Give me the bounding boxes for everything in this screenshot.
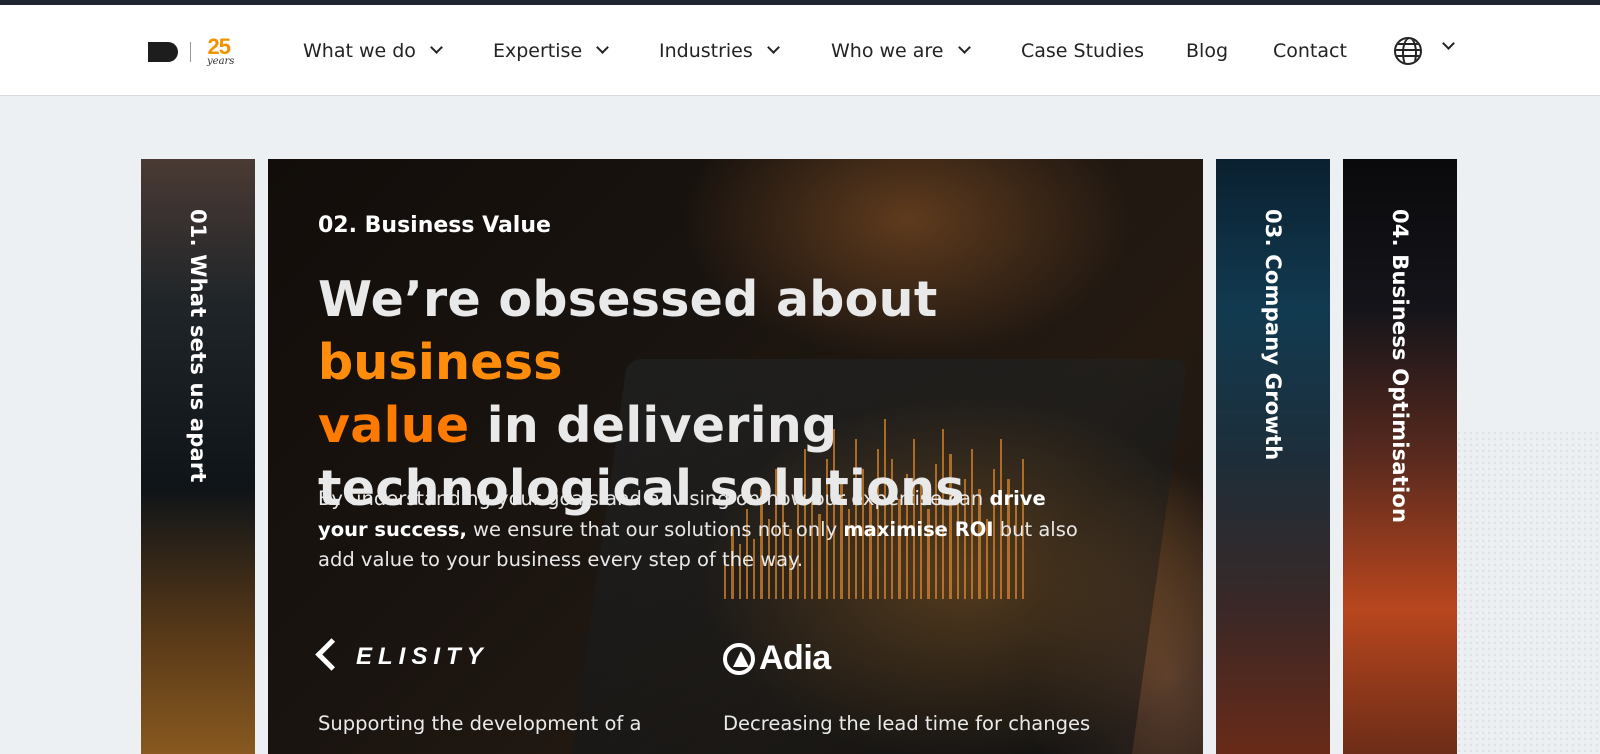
headline-accent2: value	[318, 397, 470, 454]
nav-blog-label: Blog	[1186, 39, 1228, 62]
nav-industries-label: Industries	[659, 39, 753, 62]
nav-what-we-do-label: What we do	[303, 39, 416, 62]
desc-bold-2: maximise ROI	[843, 517, 994, 541]
site-logo[interactable]: 25 years	[148, 36, 234, 74]
panel-label: 03. Company Growth	[1261, 209, 1285, 461]
chevron-down-icon	[957, 41, 971, 54]
headline-accent1: business	[318, 334, 563, 391]
adia-logo-text: Adia	[759, 639, 831, 677]
panel-description: By understanding your goals and advising…	[318, 484, 1078, 576]
headline-part1: We’re obsessed about	[318, 271, 938, 328]
panel-label: 01. What sets us apart	[186, 209, 210, 483]
anniversary-number: 25	[207, 34, 231, 59]
desc-text-1: By understanding your goals and advising…	[318, 487, 990, 510]
anniversary-word: years	[207, 56, 235, 67]
site-header: 25 years	[0, 5, 1600, 96]
nav-industries[interactable]: Industries	[659, 5, 780, 96]
case-study-adia-logo[interactable]: Adia	[723, 639, 831, 678]
logo-mark-icon	[148, 42, 178, 62]
logo-divider	[190, 42, 191, 62]
adia-logo-icon	[723, 642, 755, 675]
globe-icon	[1394, 36, 1422, 65]
nav-case-studies-label: Case Studies	[1021, 39, 1145, 62]
slider-panel-business-optimisation[interactable]: 04. Business Optimisation	[1343, 159, 1457, 754]
panel-label: 04. Business Optimisation	[1388, 209, 1412, 524]
elisity-logo-text: ELISITY	[356, 643, 489, 670]
chevron-down-icon	[596, 41, 610, 54]
slider-panel-company-growth[interactable]: 03. Company Growth	[1216, 159, 1330, 754]
panel-tag: 02. Business Value	[318, 213, 551, 238]
nav-expertise-label: Expertise	[493, 39, 583, 62]
anniversary-badge: 25 years	[203, 36, 234, 67]
case-study-elisity-text[interactable]: Supporting the development of a	[318, 712, 641, 735]
case-study-adia-text[interactable]: Decreasing the lead time for changes	[723, 712, 1090, 735]
chevron-down-icon	[430, 41, 443, 54]
slider-panel-what-sets-us-apart[interactable]: 01. What sets us apart	[141, 159, 255, 754]
nav-contact[interactable]: Contact	[1273, 5, 1347, 96]
nav-who-we-are-label: Who we are	[831, 39, 944, 62]
chevron-down-icon	[1442, 37, 1455, 50]
nav-contact-label: Contact	[1273, 39, 1347, 62]
elisity-logo-icon	[318, 637, 346, 677]
desc-text-2: we ensure that our solutions not only	[466, 517, 844, 541]
nav-who-we-are[interactable]: Who we are	[831, 5, 971, 96]
nav-case-studies[interactable]: Case Studies	[1021, 5, 1144, 96]
case-study-elisity-logo[interactable]: ELISITY	[318, 637, 489, 677]
nav-blog[interactable]: Blog	[1186, 5, 1228, 96]
panel-headline: We’re obsessed about business value in de…	[318, 268, 1158, 520]
slider-panel-business-value: 02. Business Value We’re obsessed about …	[268, 159, 1203, 754]
language-selector[interactable]	[1394, 5, 1455, 96]
nav-what-we-do[interactable]: What we do	[303, 5, 443, 96]
nav-expertise[interactable]: Expertise	[493, 5, 610, 96]
chevron-down-icon	[766, 41, 780, 54]
